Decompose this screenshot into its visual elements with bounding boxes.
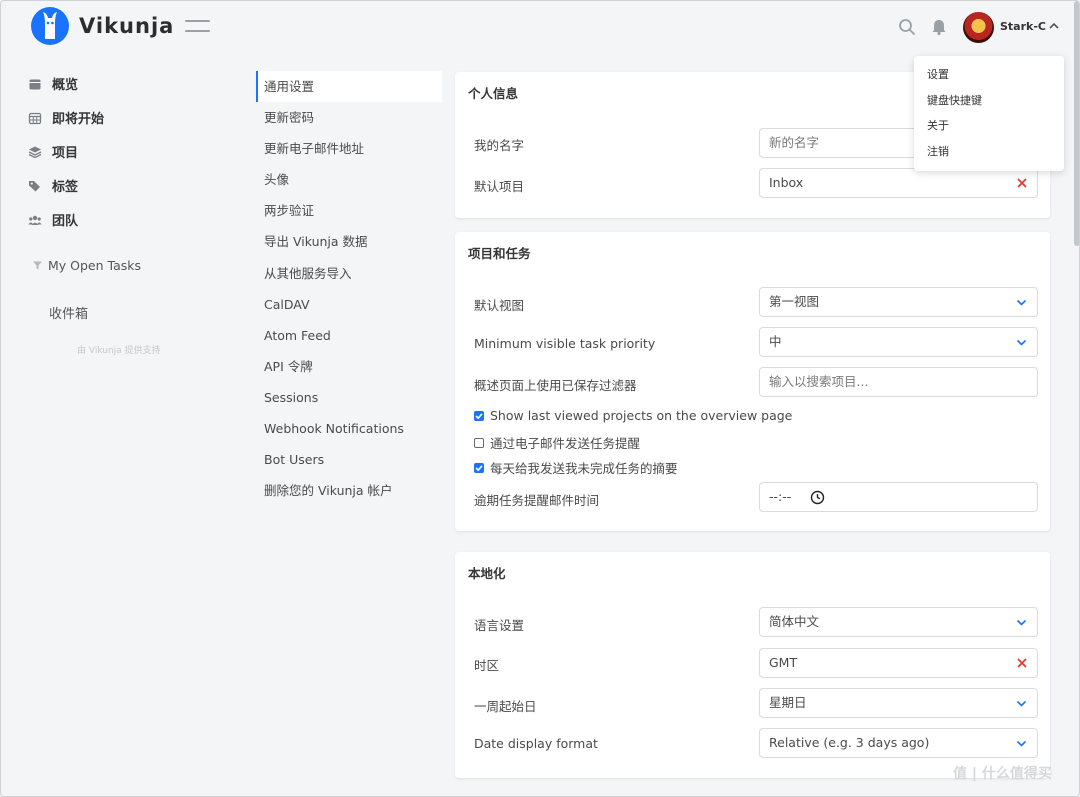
scrollbar[interactable]: [1074, 1, 1079, 246]
avatar[interactable]: [963, 12, 994, 43]
timezone-label: 时区: [474, 658, 500, 673]
watermark: 值 | 什么值得买: [953, 766, 1052, 782]
app-window: Vikunja Stark-C 设置 键盘快捷键 关于 注销 概览 即将开始 项…: [0, 0, 1080, 797]
overdue-time-input[interactable]: --:--: [759, 482, 1038, 512]
projects-tasks-card: 项目和任务 默认视图 第一视图 Minimum visible task pri…: [455, 232, 1050, 531]
menu-item-settings[interactable]: 设置: [914, 65, 1064, 91]
user-menu-dropdown: 设置 键盘快捷键 关于 注销: [914, 56, 1064, 171]
chevron-down-icon: [1016, 740, 1027, 747]
language-select[interactable]: 简体中文: [759, 607, 1038, 637]
menu-toggle-button[interactable]: [185, 20, 210, 34]
min-priority-label: Minimum visible task priority: [474, 336, 656, 351]
settings-menu-item-avatar[interactable]: 头像: [256, 164, 442, 195]
saved-filter-input[interactable]: 输入以搜索项目...: [759, 367, 1038, 397]
layers-icon: [28, 146, 42, 158]
powered-by-text: 由 Vikunja 提供支持: [77, 346, 161, 356]
close-icon[interactable]: [1016, 177, 1028, 189]
name-label: 我的名字: [474, 138, 525, 153]
calendar-icon: [29, 79, 41, 89]
settings-menu-item-bot-users[interactable]: Bot Users: [256, 444, 442, 475]
menu-item-keyboard-shortcuts[interactable]: 键盘快捷键: [914, 91, 1064, 117]
settings-menu-item-atom-feed[interactable]: Atom Feed: [256, 320, 442, 351]
saved-filter-label: 概述页面上使用已保存过滤器: [474, 378, 637, 393]
close-icon[interactable]: [1016, 657, 1028, 669]
sidebar-item-upcoming[interactable]: 即将开始: [28, 108, 104, 127]
bell-icon[interactable]: [930, 18, 948, 36]
week-start-select[interactable]: 星期日: [759, 688, 1038, 718]
overdue-time-label: 逾期任务提醒邮件时间: [474, 493, 600, 508]
settings-menu-item-update-password[interactable]: 更新密码: [256, 102, 442, 133]
default-view-label: 默认视图: [474, 298, 525, 313]
app-name: Vikunja: [79, 14, 175, 38]
llama-logo-icon: [31, 7, 69, 45]
users-icon: [28, 215, 42, 225]
sidebar-item-inbox[interactable]: 收件箱: [49, 303, 88, 322]
clock-icon[interactable]: [810, 490, 825, 505]
menu-item-logout[interactable]: 注销: [914, 142, 1064, 168]
calendar-grid-icon: [28, 112, 42, 124]
chevron-up-icon[interactable]: [1048, 20, 1060, 32]
tags-icon: [29, 180, 40, 191]
settings-menu: 通用设置 更新密码 更新电子邮件地址 头像 两步验证 导出 Vikunja 数据 从其他服务…: [256, 71, 442, 506]
checkbox-checked-icon[interactable]: [474, 462, 484, 473]
daily-summary-checkbox[interactable]: 每天给我发送我未完成任务的摘要: [474, 458, 678, 477]
settings-menu-item-api-tokens[interactable]: API 令牌: [256, 351, 442, 382]
sidebar-item-overview[interactable]: 概览: [28, 74, 78, 93]
settings-menu-item-update-email[interactable]: 更新电子邮件地址: [256, 133, 442, 164]
chevron-down-icon: [1016, 700, 1027, 707]
settings-menu-item-delete-account[interactable]: 删除您的 Vikunja 帐户: [256, 475, 442, 506]
filter-icon: [33, 261, 42, 270]
sidebar-item-teams[interactable]: 团队: [28, 210, 78, 229]
card-title: 项目和任务: [468, 246, 531, 261]
localization-card: 本地化 语言设置 简体中文 时区 GMT 一周起始日 星期日 Date disp…: [455, 552, 1050, 778]
language-label: 语言设置: [474, 618, 525, 633]
chevron-down-icon: [1016, 619, 1027, 626]
sidebar-item-my-open-tasks[interactable]: My Open Tasks: [33, 258, 141, 273]
settings-menu-item-general[interactable]: 通用设置: [256, 71, 442, 103]
default-project-select[interactable]: Inbox: [759, 168, 1038, 198]
default-view-select[interactable]: 第一视图: [759, 287, 1038, 317]
min-priority-select[interactable]: 中: [759, 327, 1038, 357]
card-title: 个人信息: [468, 86, 519, 101]
chevron-down-icon: [1016, 299, 1027, 306]
settings-menu-item-export-data[interactable]: 导出 Vikunja 数据: [256, 226, 442, 257]
card-title: 本地化: [468, 566, 506, 581]
settings-menu-item-webhooks[interactable]: Webhook Notifications: [256, 413, 442, 444]
settings-menu-item-two-factor[interactable]: 两步验证: [256, 195, 442, 226]
logo[interactable]: Vikunja: [31, 7, 174, 45]
sidebar-item-projects[interactable]: 项目: [28, 142, 78, 161]
search-icon[interactable]: [898, 18, 916, 36]
settings-menu-item-caldav[interactable]: CalDAV: [256, 289, 442, 320]
menu-item-about[interactable]: 关于: [914, 116, 1064, 142]
week-start-label: 一周起始日: [474, 699, 537, 714]
sidebar-item-labels[interactable]: 标签: [28, 176, 78, 195]
top-bar: Vikunja Stark-C: [1, 1, 1079, 53]
settings-menu-item-import[interactable]: 从其他服务导入: [256, 258, 442, 289]
chevron-down-icon: [1016, 339, 1027, 346]
checkbox-checked-icon[interactable]: [474, 410, 484, 421]
date-format-select[interactable]: Relative (e.g. 3 days ago): [759, 728, 1038, 758]
username[interactable]: Stark-C: [1000, 20, 1046, 33]
default-project-value: Inbox: [769, 175, 804, 190]
show-last-viewed-checkbox[interactable]: Show last viewed projects on the overvie…: [474, 408, 792, 423]
date-format-label: Date display format: [474, 736, 598, 751]
timezone-select[interactable]: GMT: [759, 648, 1038, 678]
email-reminders-checkbox[interactable]: 通过电子邮件发送任务提醒: [474, 433, 640, 452]
default-project-label: 默认项目: [474, 179, 525, 194]
checkbox-unchecked-icon[interactable]: [474, 437, 484, 448]
settings-menu-item-sessions[interactable]: Sessions: [256, 382, 442, 413]
